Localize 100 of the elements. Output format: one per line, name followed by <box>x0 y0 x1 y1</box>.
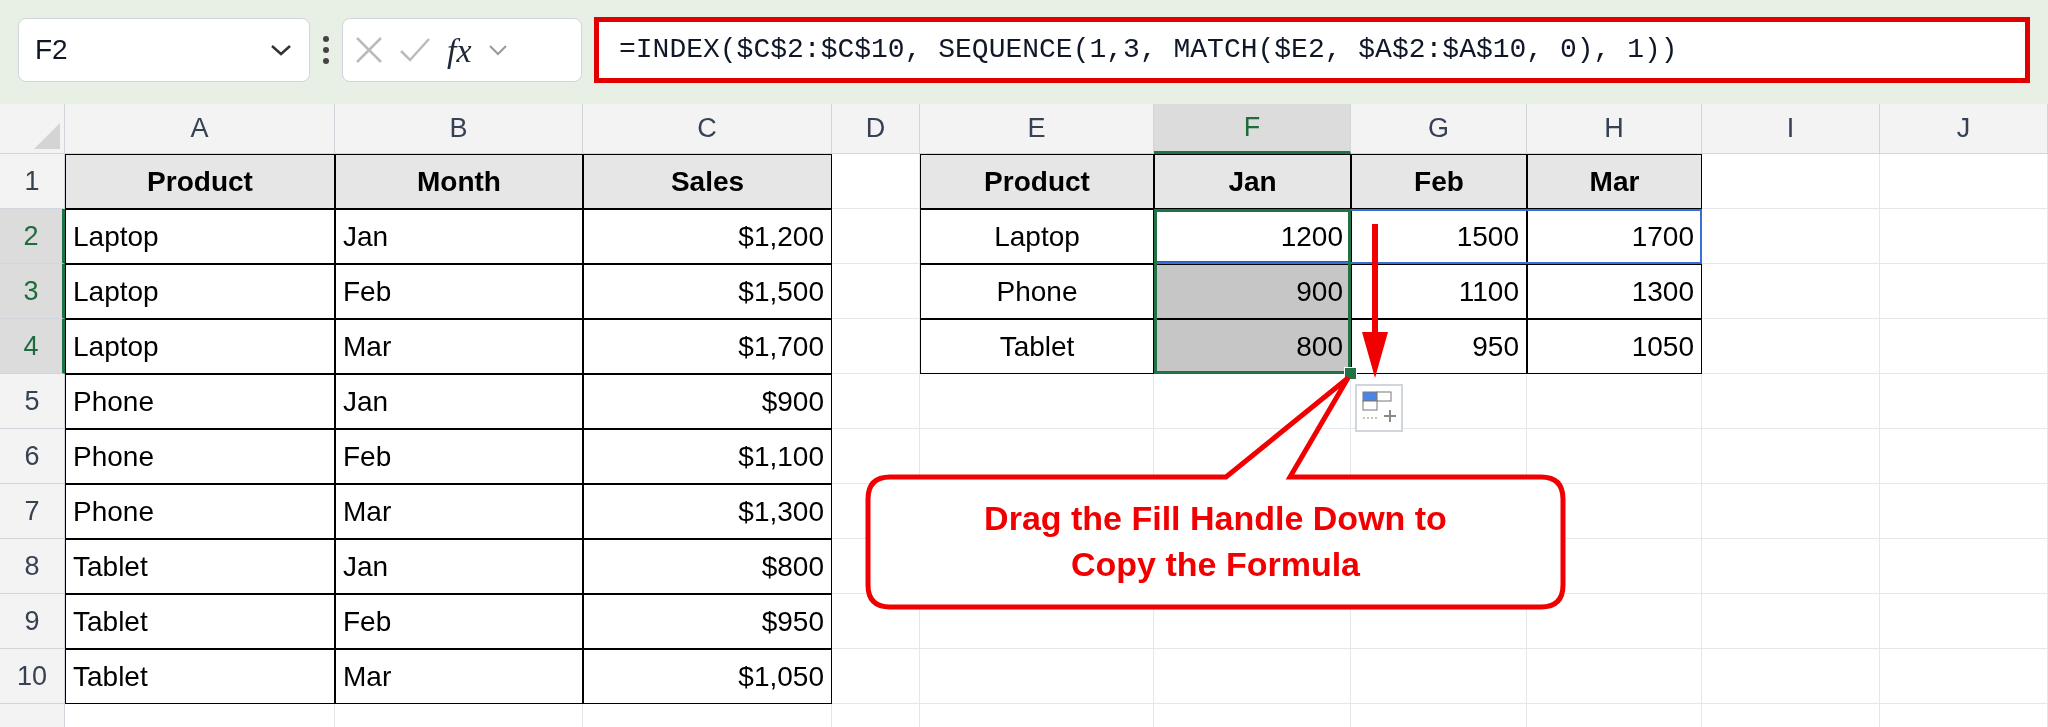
table-cell: Tablet <box>65 539 335 594</box>
formula-field[interactable]: =INDEX($C$2:$C$10, SEQUENCE(1,3, MATCH($E2, $A$2:$A$10, 0), 1)) <box>594 17 2030 83</box>
row-header[interactable] <box>0 704 65 727</box>
empty-cell[interactable] <box>1880 154 2048 209</box>
empty-cell[interactable] <box>1880 319 2048 374</box>
empty-cell[interactable] <box>1880 264 2048 319</box>
empty-cell[interactable] <box>832 264 920 319</box>
table-cell: Feb <box>335 429 583 484</box>
row-header[interactable]: 10 <box>0 649 65 704</box>
row-header[interactable]: 8 <box>0 539 65 594</box>
column-heading: Jan <box>1154 154 1351 209</box>
empty-cell[interactable] <box>1702 264 1880 319</box>
table-cell: 1050 <box>1527 319 1702 374</box>
column-header[interactable]: H <box>1527 104 1702 154</box>
table-cell: $1,050 <box>583 649 832 704</box>
empty-cell[interactable] <box>832 319 920 374</box>
empty-cell[interactable] <box>832 374 920 429</box>
auto-fill-options-icon[interactable] <box>1355 384 1403 432</box>
table-cell: Tablet <box>65 649 335 704</box>
table-cell: 950 <box>1351 319 1527 374</box>
empty-cell[interactable] <box>1880 429 2048 484</box>
table-cell: Jan <box>335 539 583 594</box>
callout-text: Copy the Formula <box>1071 544 1360 585</box>
table-cell: 1200 <box>1154 209 1351 264</box>
row-header[interactable]: 4 <box>0 319 65 374</box>
empty-cell[interactable] <box>1702 319 1880 374</box>
empty-cell[interactable] <box>1880 209 2048 264</box>
empty-cell[interactable] <box>832 649 920 704</box>
empty-cell[interactable] <box>1880 374 2048 429</box>
table-cell: Laptop <box>65 264 335 319</box>
empty-cell[interactable] <box>1527 374 1702 429</box>
table-cell: $950 <box>583 594 832 649</box>
column-heading: Product <box>920 154 1154 209</box>
table-cell: Phone <box>65 374 335 429</box>
empty-cell[interactable] <box>920 374 1154 429</box>
row-header[interactable]: 5 <box>0 374 65 429</box>
column-heading: Feb <box>1351 154 1527 209</box>
row-header[interactable]: 2 <box>0 209 65 264</box>
table-cell: Phone <box>920 264 1154 319</box>
empty-cell[interactable] <box>1702 429 1880 484</box>
callout-text: Drag the Fill Handle Down to <box>984 498 1447 540</box>
empty-cell[interactable] <box>1702 209 1880 264</box>
table-cell: Jan <box>335 209 583 264</box>
empty-cell[interactable] <box>1880 649 2048 704</box>
checkmark-icon[interactable] <box>399 37 431 63</box>
column-header[interactable]: E <box>920 104 1154 154</box>
table-cell: Laptop <box>65 209 335 264</box>
column-heading: Product <box>65 154 335 209</box>
table-cell: 1700 <box>1527 209 1702 264</box>
more-options-icon[interactable] <box>322 35 330 65</box>
column-heading: Month <box>335 154 583 209</box>
chevron-down-icon <box>487 43 508 57</box>
table-cell: Feb <box>335 264 583 319</box>
table-cell: $800 <box>583 539 832 594</box>
empty-cell[interactable] <box>1154 649 1351 704</box>
row-header[interactable]: 3 <box>0 264 65 319</box>
empty-cell[interactable] <box>1702 484 1880 539</box>
insert-function-button[interactable]: fx <box>447 24 472 76</box>
table-cell: Laptop <box>920 209 1154 264</box>
fill-handle[interactable] <box>1344 367 1357 380</box>
column-header[interactable]: A <box>65 104 335 154</box>
table-cell: Tablet <box>920 319 1154 374</box>
empty-cell[interactable] <box>1702 594 1880 649</box>
table-cell: Jan <box>335 374 583 429</box>
table-cell: Laptop <box>65 319 335 374</box>
chevron-down-icon <box>269 42 293 58</box>
column-heading: Sales <box>583 154 832 209</box>
table-cell: Feb <box>335 594 583 649</box>
cancel-icon[interactable] <box>355 36 383 64</box>
empty-cell[interactable] <box>1880 539 2048 594</box>
table-cell: Mar <box>335 649 583 704</box>
select-all-button[interactable] <box>0 104 65 154</box>
empty-cell[interactable] <box>1880 484 2048 539</box>
column-header[interactable]: J <box>1880 104 2048 154</box>
row-header[interactable]: 9 <box>0 594 65 649</box>
empty-cell[interactable] <box>920 649 1154 704</box>
empty-cell[interactable] <box>1880 594 2048 649</box>
column-header[interactable]: D <box>832 104 920 154</box>
empty-cell[interactable] <box>1527 649 1702 704</box>
table-cell: Tablet <box>65 594 335 649</box>
name-box[interactable]: F2 <box>18 18 310 82</box>
table-cell: Phone <box>65 429 335 484</box>
empty-cell[interactable] <box>832 209 920 264</box>
column-header[interactable]: G <box>1351 104 1527 154</box>
column-heading: Mar <box>1527 154 1702 209</box>
row-header[interactable]: 1 <box>0 154 65 209</box>
column-header[interactable]: I <box>1702 104 1880 154</box>
table-cell: $1,100 <box>583 429 832 484</box>
empty-cell[interactable] <box>1351 649 1527 704</box>
table-cell: 900 <box>1154 264 1351 319</box>
column-header[interactable]: F <box>1154 104 1351 154</box>
column-header[interactable]: C <box>583 104 832 154</box>
column-header[interactable]: B <box>335 104 583 154</box>
empty-cell[interactable] <box>1702 649 1880 704</box>
table-cell: $1,500 <box>583 264 832 319</box>
empty-cell[interactable] <box>1702 374 1880 429</box>
row-header[interactable]: 6 <box>0 429 65 484</box>
table-cell: $1,300 <box>583 484 832 539</box>
empty-cell[interactable] <box>1702 539 1880 594</box>
row-header[interactable]: 7 <box>0 484 65 539</box>
